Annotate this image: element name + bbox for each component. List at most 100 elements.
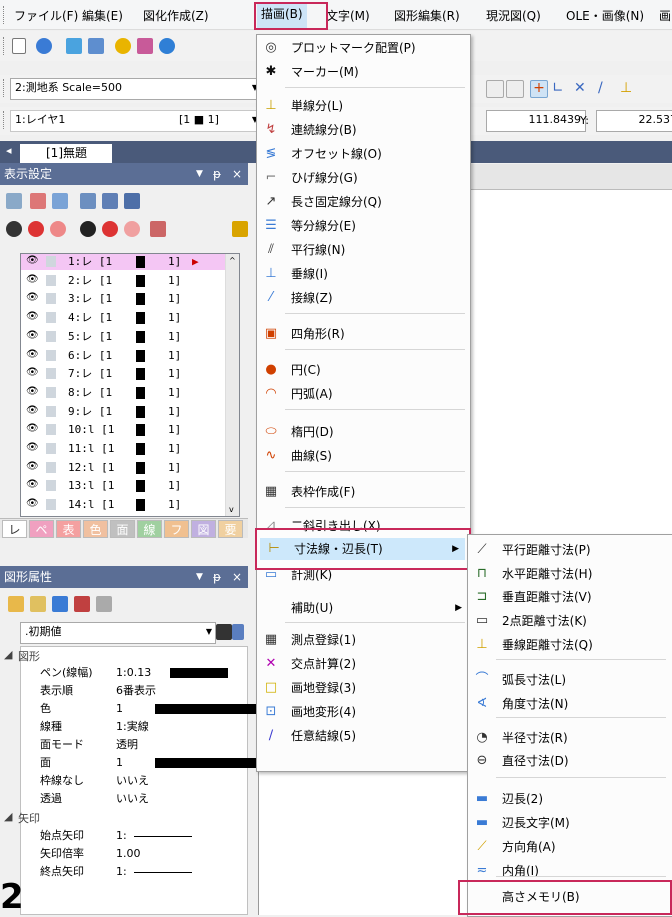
dimension-menu-item[interactable]: ⌒弧長寸法(L) xyxy=(468,669,671,691)
lock-icon[interactable] xyxy=(46,312,56,323)
dimension-menu-item[interactable]: ⊐垂直距離寸法(V) xyxy=(468,586,671,608)
menu-shape-edit[interactable]: 図形編集(R) xyxy=(394,6,460,26)
layer-color-icon[interactable] xyxy=(30,193,46,209)
dimension-menu-item[interactable]: ⊥垂線距離寸法(Q) xyxy=(468,634,671,656)
layer-row[interactable]: 👁14:l [11] xyxy=(20,497,224,513)
layer-row[interactable]: 👁5:レ [11] xyxy=(20,329,224,345)
padlock-icon[interactable] xyxy=(232,221,248,237)
menu-genkyo[interactable]: 現況図(Q) xyxy=(486,6,541,26)
property-row[interactable]: 色1 xyxy=(40,701,248,717)
show-all-icon[interactable] xyxy=(6,221,22,237)
property-row[interactable]: 透過いいえ xyxy=(40,791,248,807)
lock-icon[interactable] xyxy=(46,406,56,417)
lock-all-icon[interactable] xyxy=(50,221,66,237)
coord-y-field[interactable]: 22.537 xyxy=(596,110,672,132)
draw-menu-item[interactable]: ⊥単線分(L) xyxy=(257,95,468,117)
close-icon[interactable]: × xyxy=(232,566,242,588)
draw-menu-item[interactable]: ●円(C) xyxy=(257,359,468,381)
delete-layer-icon[interactable] xyxy=(150,221,166,237)
layer-list-scrollbar[interactable]: ^ v xyxy=(225,254,239,516)
menu-more[interactable]: 画 xyxy=(659,6,671,26)
eye-icon[interactable]: 👁 xyxy=(26,350,38,360)
eye-icon[interactable]: 👁 xyxy=(26,293,38,303)
layer-row[interactable]: 👁4:レ [11] xyxy=(20,310,224,326)
menu-zuka[interactable]: 図化作成(Z) xyxy=(143,6,209,26)
draw-menu-item[interactable]: ∕任意結線(5) xyxy=(257,725,468,747)
layer-row[interactable]: 👁2:レ [11] xyxy=(20,273,224,289)
lock-icon[interactable] xyxy=(46,275,56,286)
eye-icon[interactable] xyxy=(80,221,96,237)
save-icon[interactable] xyxy=(88,38,104,54)
arrow-property-row[interactable]: 矢印倍率1.00 xyxy=(40,846,248,862)
layer-copy-icon[interactable] xyxy=(102,193,118,209)
eye-icon[interactable]: 👁 xyxy=(26,275,38,285)
lock-icon[interactable] xyxy=(46,331,56,342)
layer-row[interactable]: 👁1:レ [11]▶ xyxy=(20,254,224,270)
tab-scroll-left-icon[interactable]: ◂ xyxy=(6,144,12,157)
draw-menu-item[interactable]: ⊡画地変形(4) xyxy=(257,701,468,723)
menu-edit[interactable]: 編集(E) xyxy=(82,6,123,26)
arrow-property-row[interactable]: 終点矢印1: xyxy=(40,864,248,880)
lock-icon[interactable] xyxy=(46,480,56,491)
panel-tab-3[interactable]: 色 xyxy=(83,520,108,538)
browser-icon[interactable] xyxy=(36,38,52,54)
hide-icon[interactable] xyxy=(102,221,118,237)
eye-icon[interactable]: 👁 xyxy=(26,368,38,378)
draw-menu-item[interactable]: ◠円弧(A) xyxy=(257,383,468,405)
eye-icon[interactable]: 👁 xyxy=(26,424,38,434)
new-file-icon[interactable] xyxy=(12,38,26,54)
grid-dense-icon[interactable] xyxy=(506,80,524,98)
floppy-icon[interactable] xyxy=(216,624,232,640)
eye-icon[interactable]: 👁 xyxy=(26,256,38,266)
dimension-menu-item[interactable]: ⟋方向角(A) xyxy=(468,836,671,858)
draw-menu-item[interactable]: ◎プロットマーク配置(P) xyxy=(257,37,468,59)
lock-icon[interactable] xyxy=(46,424,56,435)
dimension-menu-item[interactable]: ≂内角(I) xyxy=(468,860,671,882)
scroll-up-icon[interactable]: ^ xyxy=(229,256,236,265)
draw-menu-item[interactable]: ✱マーカー(M) xyxy=(257,61,468,83)
layer-row[interactable]: 👁11:l [11] xyxy=(20,441,224,457)
lock-icon[interactable] xyxy=(46,387,56,398)
draw-menu-item[interactable]: ⫽平行線(N) xyxy=(257,239,468,261)
angle-icon[interactable]: ∟ xyxy=(552,80,568,96)
layer-row[interactable]: 👁3:レ [11] xyxy=(20,291,224,307)
draw-menu-item[interactable]: ⊥垂線(I) xyxy=(257,263,468,285)
property-row[interactable]: 面モード透明 xyxy=(40,737,248,753)
property-row[interactable]: 枠線なしいいえ xyxy=(40,773,248,789)
layer-list-icon[interactable] xyxy=(124,193,140,209)
group-collapse-icon[interactable]: ◢ xyxy=(4,648,12,661)
draw-menu-item[interactable]: □画地登録(3) xyxy=(257,677,468,699)
cross-x-icon[interactable]: ✕ xyxy=(574,80,590,96)
layer-row[interactable]: 👁8:レ [11] xyxy=(20,385,224,401)
layer-move-icon[interactable] xyxy=(80,193,96,209)
eye-icon[interactable]: 👁 xyxy=(26,480,38,490)
draw-menu-item[interactable]: ▦測点登録(1) xyxy=(257,629,468,651)
lock-icon[interactable] xyxy=(46,256,56,267)
property-row[interactable]: 表示順6番表示 xyxy=(40,683,248,699)
draw-menu-item[interactable]: ☰等分線分(E) xyxy=(257,215,468,237)
dimension-menu-item[interactable]: ▬辺長文字(M) xyxy=(468,812,671,834)
menu-text[interactable]: 文字(M) xyxy=(326,6,370,26)
layer-row[interactable]: 👁10:l [11] xyxy=(20,422,224,438)
pin-icon[interactable]: ᵽ xyxy=(213,566,221,588)
lock-icon[interactable] xyxy=(124,221,140,237)
slash-icon[interactable]: / xyxy=(598,80,614,96)
dimension-menu-item[interactable]: ∢角度寸法(N) xyxy=(468,693,671,715)
layer-row[interactable]: 👁13:l [11] xyxy=(20,478,224,494)
tab-document[interactable]: [1]無題 xyxy=(20,144,112,163)
dimension-menu-item[interactable]: ⊓水平距離寸法(H) xyxy=(468,563,671,585)
property-row[interactable]: ペン(線幅)1:0.13 xyxy=(40,665,248,681)
group-collapse-icon[interactable]: ◢ xyxy=(4,810,12,823)
hide-all-icon[interactable] xyxy=(28,221,44,237)
attr-preset-combo[interactable]: .初期値 ▼ xyxy=(20,622,216,644)
layer-row[interactable]: 👁7:レ [11] xyxy=(20,366,224,382)
dimension-menu-item[interactable]: ⊖直径寸法(D) xyxy=(468,750,671,772)
copy-attr-icon[interactable] xyxy=(30,596,46,612)
draw-menu-item[interactable]: ▣四角形(R) xyxy=(257,323,468,345)
layer-view-icon[interactable] xyxy=(6,193,22,209)
menu-file[interactable]: ファイル(F) xyxy=(14,6,78,26)
attr-grid-icon[interactable] xyxy=(52,596,68,612)
open-attr-icon[interactable] xyxy=(8,596,24,612)
attr-paint-icon[interactable] xyxy=(74,596,90,612)
scale-combo[interactable]: 2:測地系 Scale=500 ▼ xyxy=(10,78,262,100)
